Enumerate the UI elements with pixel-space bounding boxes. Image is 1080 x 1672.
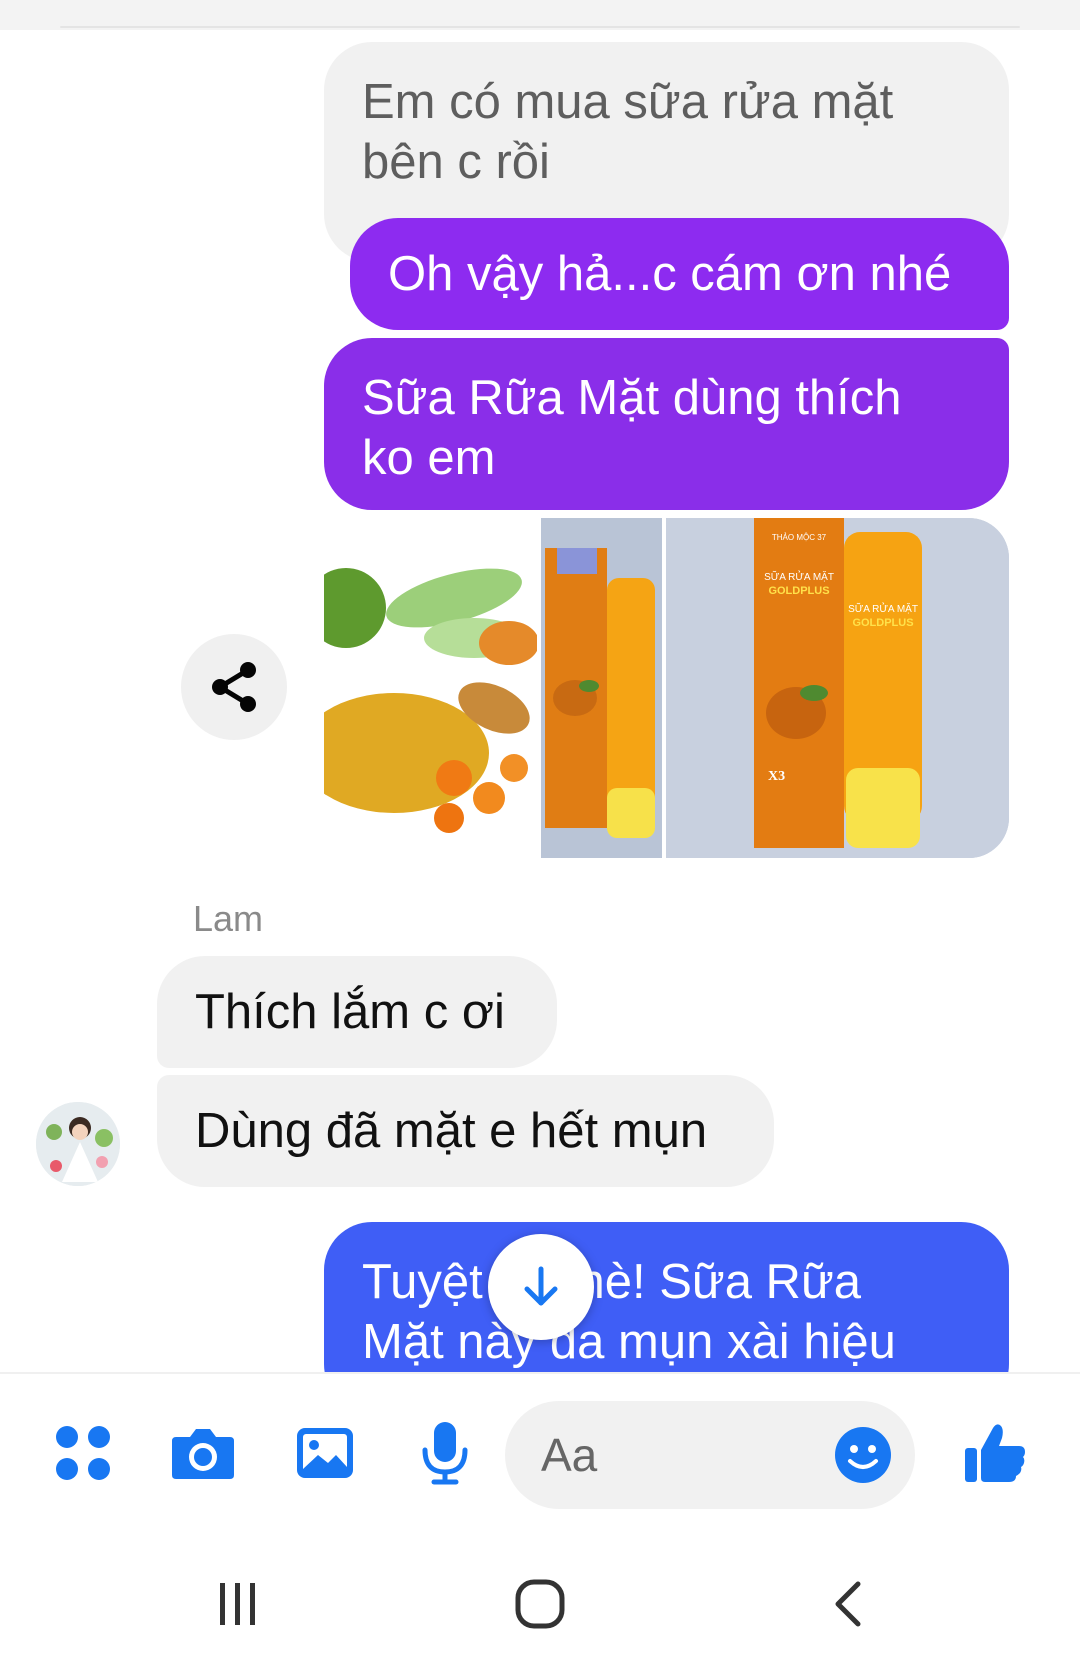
product-brand: THẢO MỘC 37: [772, 533, 827, 542]
previous-message-edge: [0, 0, 1080, 30]
incoming-message-bubble[interactable]: Dùng đã mặt e hết mụn: [157, 1075, 774, 1187]
message-composer: Aa: [0, 1372, 1080, 1524]
recent-apps-icon: [220, 1583, 255, 1625]
outgoing-message-bubble[interactable]: Sữa Rữa Mặt dùng thích ko em: [324, 338, 1009, 510]
home-button[interactable]: [500, 1564, 580, 1644]
back-button[interactable]: [808, 1564, 888, 1644]
scroll-to-bottom-button[interactable]: [488, 1234, 594, 1340]
system-navigation-bar: [0, 1522, 1080, 1672]
share-button[interactable]: [181, 634, 287, 740]
conversation-view: Em có mua sữa rửa mặt bên c rồi Oh vậy h…: [0, 0, 1080, 1372]
sender-name: Lam: [193, 898, 264, 939]
incoming-message-bubble[interactable]: Thích lắm c ơi: [157, 956, 557, 1068]
product-label-line2: GOLDPLUS: [768, 585, 829, 597]
gallery-icon: [297, 1428, 353, 1478]
thumbs-up-icon: [965, 1424, 1025, 1482]
product-label-line1: SỮA RỬA MẶT: [764, 570, 834, 583]
camera-icon: [172, 1429, 234, 1479]
home-icon: [515, 1579, 565, 1629]
product-box-photo[interactable]: [541, 518, 662, 858]
message-input-placeholder: Aa: [541, 1429, 598, 1481]
emoji-icon[interactable]: [833, 1425, 893, 1485]
arrow-down-icon: [524, 1266, 558, 1306]
avatar[interactable]: [36, 1102, 120, 1186]
recent-apps-button[interactable]: [198, 1564, 278, 1644]
menu-dots-icon: [56, 1426, 110, 1480]
product-label-line2: GOLDPLUS: [852, 617, 913, 629]
back-icon: [835, 1581, 861, 1627]
microphone-icon: [422, 1422, 468, 1485]
gallery-button[interactable]: [290, 1418, 360, 1488]
product-label-line1: SỮA RỬA MẶT: [848, 602, 918, 615]
menu-button[interactable]: [48, 1418, 118, 1488]
camera-button[interactable]: [168, 1418, 238, 1488]
photo-attachment-grid[interactable]: SỮA RỬA MẶT GOLDPLUS SỮA RỬA MẶT GOLDPLU…: [324, 518, 1009, 858]
share-icon: [212, 662, 256, 712]
voice-message-button[interactable]: [410, 1418, 480, 1488]
product-box-photo[interactable]: SỮA RỬA MẶT GOLDPLUS SỮA RỬA MẶT GOLDPLU…: [666, 518, 1009, 858]
outgoing-message-bubble[interactable]: Oh vậy hả...c cám ơn nhé: [350, 218, 1009, 330]
message-input[interactable]: Aa: [505, 1401, 915, 1509]
like-button[interactable]: [960, 1418, 1030, 1488]
outgoing-message-bubble[interactable]: Tuyệt vời nè! Sữa Rữa Mặt này da mụn xài…: [324, 1222, 1009, 1372]
product-badge: X3: [768, 769, 785, 784]
turmeric-aloe-photo[interactable]: [324, 518, 537, 858]
